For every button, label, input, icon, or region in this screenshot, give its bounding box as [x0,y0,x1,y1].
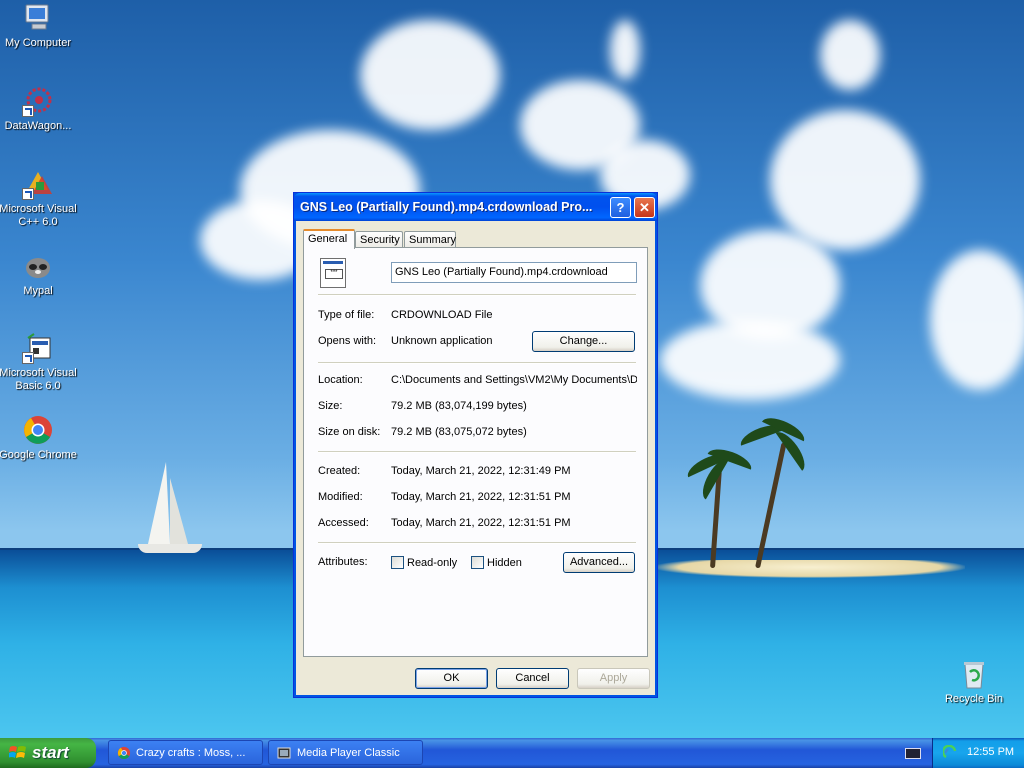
separator [318,294,636,296]
advanced-button[interactable]: Advanced... [563,552,635,573]
general-tab-panel: *** GNS Leo (Partially Found).mp4.crdown… [303,247,648,657]
desktop-icon-visual-basic[interactable]: Microsoft Visual Basic 6.0 [0,332,78,393]
recycle-bin-icon [958,658,990,690]
desktop-icon-label: My Computer [4,37,72,49]
taskbar-button-media-player[interactable]: Media Player Classic [268,740,423,765]
file-icon-titlebar [323,261,343,264]
close-button[interactable]: ✕ [634,197,655,218]
network-icon[interactable] [943,745,959,761]
ok-button[interactable]: OK [415,668,488,689]
location-label: Location: [318,374,363,386]
size-value: 79.2 MB (83,074,199 bytes) [391,400,527,412]
read-only-checkbox[interactable] [391,556,404,569]
cloud [660,320,840,400]
system-tray: 12:55 PM [932,738,1024,768]
desktop-icon-mypal[interactable]: Mypal [0,250,78,298]
separator [318,451,636,453]
sailboat-jib [170,478,188,544]
shortcut-arrow-icon [22,188,34,200]
desktop-icon-recycle-bin[interactable]: Recycle Bin [934,658,1014,706]
size-on-disk-label: Size on disk: [318,426,381,438]
desktop-icon-label: Microsoft Visual Basic 6.0 [0,367,77,392]
datawagon-icon [22,85,54,117]
tab-summary[interactable]: Summary [404,231,456,248]
computer-icon [22,2,54,34]
island [655,560,965,578]
visual-cpp-icon [22,168,54,200]
type-label: Type of file: [318,309,375,321]
tab-general[interactable]: General [303,229,355,249]
chrome-icon [117,746,131,760]
taskbar: start Crazy crafts : Moss, ... Media Pla… [0,738,1024,768]
opens-with-value: Unknown application [391,335,493,347]
separator [318,542,636,544]
modified-label: Modified: [318,491,363,503]
desktop-icon-label: Google Chrome [0,449,77,461]
file-icon: *** [320,258,346,288]
shortcut-arrow-icon [22,105,34,117]
read-only-label[interactable]: Read-only [407,557,457,569]
separator [318,362,636,364]
desktop-icon-visual-cpp[interactable]: Microsoft Visual C++ 6.0 [0,168,78,229]
size-on-disk-value: 79.2 MB (83,075,072 bytes) [391,426,527,438]
hidden-checkbox[interactable] [471,556,484,569]
shortcut-arrow-icon [22,352,34,364]
desktop-icon-datawagon[interactable]: DataWagon... [0,85,78,133]
accessed-label: Accessed: [318,517,369,529]
created-value: Today, March 21, 2022, 12:31:49 PM [391,465,571,477]
dialog-title: GNS Leo (Partially Found).mp4.crdownload… [300,200,593,214]
desktop-icon-label: Recycle Bin [944,693,1004,705]
film-icon [277,747,291,759]
file-properties-dialog: GNS Leo (Partially Found).mp4.crdownload… [293,192,658,698]
desktop-icon-label: DataWagon... [4,120,72,132]
created-label: Created: [318,465,361,477]
location-value: C:\Documents and Settings\VM2\My Documen… [391,374,637,386]
start-label: start [32,743,69,762]
cancel-button[interactable]: Cancel [496,668,569,689]
cloud [610,20,640,80]
desktop-icon-google-chrome[interactable]: Google Chrome [0,414,78,462]
mypal-icon [22,250,54,282]
windows-logo-icon [9,746,26,758]
chrome-icon [22,414,54,446]
taskbar-button-label: Media Player Classic [297,747,400,759]
sailboat-hull [138,544,202,553]
cloud [770,110,920,250]
start-button[interactable]: start [0,738,96,768]
cloud [360,20,500,130]
apply-button[interactable]: Apply [577,668,650,689]
accessed-value: Today, March 21, 2022, 12:31:51 PM [391,517,571,529]
type-value: CRDOWNLOAD File [391,309,493,321]
tab-security[interactable]: Security [355,231,403,248]
taskbar-button-label: Crazy crafts : Moss, ... [136,747,246,759]
desktop-icon-label: Mypal [23,285,53,297]
cloud [930,250,1024,390]
desktop-icon-my-computer[interactable]: My Computer [0,2,78,50]
attributes-label: Attributes: [318,556,368,568]
help-button[interactable]: ? [610,197,631,218]
dialog-titlebar[interactable]: GNS Leo (Partially Found).mp4.crdownload… [294,193,657,221]
modified-value: Today, March 21, 2022, 12:31:51 PM [391,491,571,503]
hidden-label[interactable]: Hidden [487,557,522,569]
taskbar-button-chrome[interactable]: Crazy crafts : Moss, ... [108,740,263,765]
desktop-icon-label: Microsoft Visual C++ 6.0 [0,203,77,228]
clock[interactable]: 12:55 PM [967,746,1014,758]
change-button[interactable]: Change... [532,331,635,352]
size-label: Size: [318,400,343,412]
visual-basic-icon [22,332,54,364]
file-name-input[interactable]: GNS Leo (Partially Found).mp4.crdownload [391,262,637,283]
keyboard-icon[interactable] [905,748,921,759]
file-icon-glyph: *** [325,269,343,279]
cloud [820,20,880,90]
opens-with-label: Opens with: [318,335,377,347]
sailboat-sail [148,462,170,544]
